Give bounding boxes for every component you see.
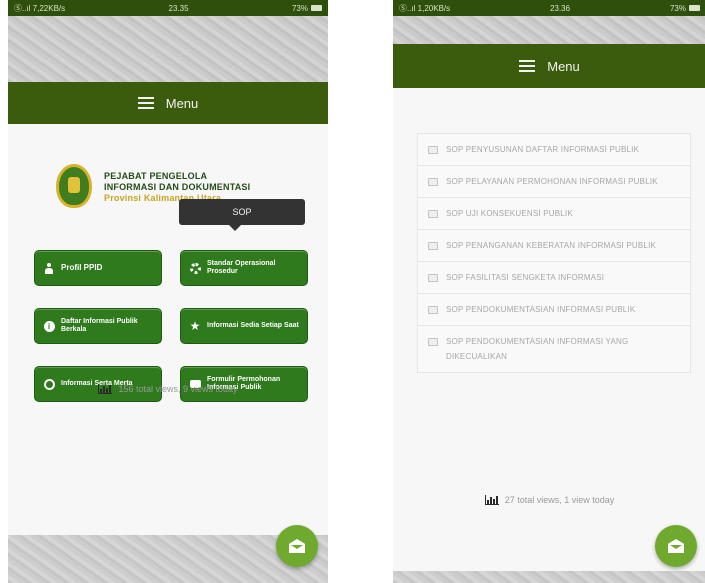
menu-bar[interactable]: Menu [8,82,328,124]
bar-chart-icon [484,495,499,505]
contact-fab-button[interactable] [276,525,318,567]
button-label: Profil PPID [61,263,103,272]
battery-percent: 73% [669,3,686,13]
status-right: 73% [292,4,322,13]
views-counter: 27 total views, 1 view today [393,495,705,505]
list-item-label: SOP PENYUSUNAN DAFTAR INFORMASI PUBLIK [446,145,640,154]
list-item[interactable]: SOP PENDOKUMENTASIAN INFORMASI YANG DIKE… [418,326,690,372]
list-item[interactable]: SOP PENYUSUNAN DAFTAR INFORMASI PUBLIK [418,134,690,166]
views-counter: 156 total views, 9 views today [8,384,328,394]
footer-stone-banner [393,571,705,583]
button-label: Informasi Sedia Setiap Saat [207,322,299,329]
menu-label[interactable]: Menu [166,96,199,111]
header-stone-banner [8,16,328,82]
document-icon [428,274,438,282]
right-phone-screen: Ⓢ..ıl 1,20KB/s 23.36 73% Menu SOP PENYUS… [393,0,705,583]
ppid-logo-emblem [56,164,92,208]
contact-fab-button[interactable] [655,525,697,567]
informasi-setiap-saat-button[interactable]: ★ Informasi Sedia Setiap Saat [180,308,308,344]
views-text: 27 total views, 1 view today [504,495,615,505]
sop-tooltip: SOP [179,199,305,231]
profil-ppid-button[interactable]: Profil PPID [34,250,162,286]
document-icon [428,178,438,186]
network-speed: Ⓢ..ıl 1,20KB/s [399,3,451,13]
list-item[interactable]: SOP PENANGANAN KEBERATAN INFORMASI PUBLI… [418,230,690,262]
document-icon [428,146,438,154]
clock: 23.36 [550,3,571,13]
document-icon [428,210,438,218]
clock: 23.35 [168,3,189,13]
views-text: 156 total views, 9 views today [118,384,238,394]
logo-line-1: PEJABAT PENGELOLA [104,171,208,181]
list-item[interactable]: SOP PELAYANAN PERMOHONAN INFORMASI PUBLI… [418,166,690,198]
battery-icon [311,5,322,11]
status-bar: Ⓢ..ıl 1,20KB/s 23.36 73% [393,0,705,16]
list-item-label: SOP PELAYANAN PERMOHONAN INFORMASI PUBLI… [446,177,658,186]
star-icon: ★ [189,319,201,333]
envelope-icon [668,539,684,553]
list-item-label: SOP PENANGANAN KEBERATAN INFORMASI PUBLI… [446,241,657,250]
logo-line-2: INFORMASI DAN DOKUMENTASI [104,182,251,192]
battery-icon [689,5,700,11]
button-label: Daftar Informasi Publik Berkala [61,318,138,333]
list-item-label: SOP PENDOKUMENTASIAN INFORMASI PUBLIK [446,305,636,314]
document-icon [428,306,438,314]
document-icon [428,242,438,250]
header-stone-banner [393,16,705,44]
list-item[interactable]: SOP UJI KONSEKUENSI PUBLIK [418,198,690,230]
menu-icon[interactable] [519,60,536,72]
battery-percent: 73% [291,3,308,13]
home-content: PEJABAT PENGELOLA INFORMASI DAN DOKUMENT… [8,124,328,519]
list-item-label: SOP UJI KONSEKUENSI PUBLIK [446,209,573,218]
list-item[interactable]: SOP FASILITASI SENGKETA INFORMASI [418,262,690,294]
left-phone-screen: Ⓢ..ıl 7,22KB/s 23.35 73% Menu PEJABAT PE… [8,0,328,583]
bar-chart-icon [98,384,113,394]
envelope-icon [289,539,305,553]
list-item-label: SOP FASILITASI SENGKETA INFORMASI [446,273,605,282]
gear-icon [189,262,201,274]
user-icon [43,262,55,274]
sop-list: SOP PENYUSUNAN DAFTAR INFORMASI PUBLIK S… [417,133,691,373]
network-speed: Ⓢ..ıl 7,22KB/s [14,3,66,13]
menu-bar[interactable]: Menu [393,44,705,88]
sop-button[interactable]: Standar Operasional Prosedur [180,250,308,286]
daftar-informasi-button[interactable]: i Daftar Informasi Publik Berkala [34,308,162,344]
info-icon: i [43,320,55,332]
document-icon [428,338,438,346]
list-item[interactable]: SOP PENDOKUMENTASIAN INFORMASI PUBLIK [418,294,690,326]
button-label: Standar Operasional Prosedur [207,260,276,275]
status-right: 73% [670,4,700,13]
status-bar: Ⓢ..ıl 7,22KB/s 23.35 73% [8,0,328,16]
menu-label[interactable]: Menu [547,59,580,74]
list-item-label: SOP PENDOKUMENTASIAN INFORMASI YANG DIKE… [446,337,629,361]
menu-icon[interactable] [137,97,154,109]
